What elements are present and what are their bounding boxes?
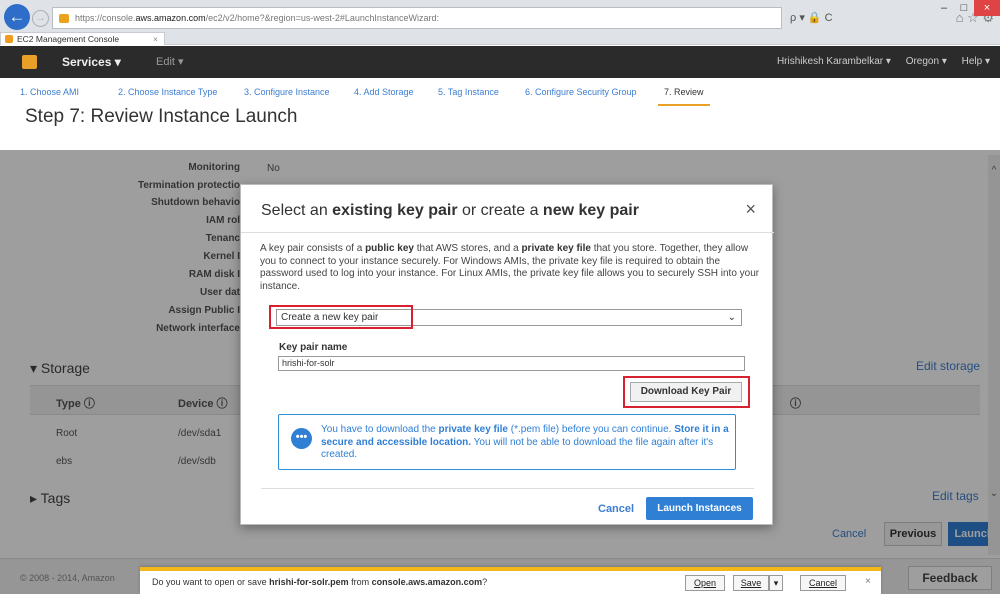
dialog-description: A key pair consists of a public key that… xyxy=(260,243,760,293)
browser-chrome: ← → https://console.aws.amazon.com/ec2/v… xyxy=(0,0,1000,45)
key-pair-name-input[interactable]: hrishi-for-solr xyxy=(278,356,745,371)
prompt-part: ? xyxy=(482,577,488,587)
maximize-icon[interactable]: □ xyxy=(954,0,974,16)
save-button[interactable]: Save xyxy=(733,575,769,591)
region-menu[interactable]: Oregon ▾ xyxy=(906,56,947,67)
step-review[interactable]: 7. Review xyxy=(658,78,710,106)
browser-tab[interactable]: EC2 Management Console × xyxy=(0,32,165,45)
notification-close-icon[interactable]: × xyxy=(865,576,871,587)
select-highlight-box xyxy=(269,305,413,329)
address-bar[interactable]: https://console.aws.amazon.com/ec2/v2/ho… xyxy=(52,7,782,29)
chevron-down-icon: ⌄ xyxy=(727,312,736,323)
download-notification-bar: Do you want to open or save hrishi-for-s… xyxy=(140,567,881,594)
nav-right-menus: Hrishikesh Karambelkar ▾ Oregon ▾ Help ▾ xyxy=(765,46,990,78)
chat-bubble-icon: ••• xyxy=(291,428,312,449)
step-configure-instance[interactable]: 3. Configure Instance xyxy=(244,78,330,106)
edit-menu[interactable]: Edit ▾ xyxy=(156,46,184,78)
desc-bold: public key xyxy=(365,243,414,254)
dialog-close-icon[interactable]: × xyxy=(745,199,756,220)
launch-instances-button[interactable]: Launch Instances xyxy=(646,497,753,520)
prompt-part: from xyxy=(348,577,372,587)
key-pair-name-label: Key pair name xyxy=(279,342,348,353)
back-arrow-icon[interactable]: ← xyxy=(4,4,30,30)
dialog-cancel-link[interactable]: Cancel xyxy=(598,503,634,515)
services-menu[interactable]: Services ▾ xyxy=(62,46,121,78)
prompt-part: Do you want to open or save xyxy=(152,577,270,587)
user-menu[interactable]: Hrishikesh Karambelkar ▾ xyxy=(777,56,891,67)
screen: ← → https://console.aws.amazon.com/ec2/v… xyxy=(0,0,1000,594)
step-choose-ami[interactable]: 1. Choose AMI xyxy=(20,78,79,106)
aws-cube-icon[interactable] xyxy=(22,55,37,69)
aws-favicon-icon xyxy=(5,35,13,43)
minimize-icon[interactable]: – xyxy=(934,0,954,16)
desc-part: that AWS stores, and a xyxy=(413,243,522,254)
lock-icon xyxy=(59,14,69,23)
step-add-storage[interactable]: 4. Add Storage xyxy=(354,78,414,106)
help-menu[interactable]: Help ▾ xyxy=(962,56,990,67)
tab-close-icon[interactable]: × xyxy=(153,33,158,45)
download-highlight-box xyxy=(623,376,750,408)
page-title: Step 7: Review Instance Launch xyxy=(25,106,298,127)
url-domain: aws.amazon.com xyxy=(135,13,206,23)
url-prefix: https://console. xyxy=(75,13,136,23)
window-controls: – □ × xyxy=(934,0,1000,16)
step-choose-instance-type[interactable]: 2. Choose Instance Type xyxy=(118,78,217,106)
title-part-bold: existing key pair xyxy=(332,202,458,219)
info-text: You have to download the private key fil… xyxy=(321,424,729,462)
window-close-icon[interactable]: × xyxy=(974,0,1000,16)
title-part: Select an xyxy=(261,202,333,219)
desc-part: A key pair consists of a xyxy=(260,243,366,254)
info-part: You have to download the xyxy=(321,424,439,435)
url-rest: /ec2/v2/home?&region=us-west-2#LaunchIns… xyxy=(205,13,439,23)
address-tools[interactable]: ρ ▾ 🔒 C xyxy=(790,8,850,28)
open-button[interactable]: Open xyxy=(685,575,725,591)
dialog-title: Select an existing key pair or create a … xyxy=(261,202,639,220)
step-configure-security-group[interactable]: 6. Configure Security Group xyxy=(525,78,637,106)
save-options-arrow-icon[interactable]: ▾ xyxy=(769,575,783,591)
wizard-steps: 1. Choose AMI 2. Choose Instance Type 3.… xyxy=(0,78,1000,106)
title-part: or create a xyxy=(457,202,543,219)
aws-top-nav: Services ▾ Edit ▾ Hrishikesh Karambelkar… xyxy=(0,46,1000,78)
download-prompt: Do you want to open or save hrishi-for-s… xyxy=(152,577,487,587)
divider xyxy=(241,232,774,233)
title-part-bold: new key pair xyxy=(542,202,639,219)
download-filename: hrishi-for-solr.pem xyxy=(269,577,349,587)
desc-bold: private key file xyxy=(521,243,591,254)
step-tag-instance[interactable]: 5. Tag Instance xyxy=(438,78,499,106)
divider xyxy=(261,488,754,489)
download-cancel-button[interactable]: Cancel xyxy=(800,575,846,591)
download-source: console.aws.amazon.com xyxy=(371,577,483,587)
key-pair-dialog: Select an existing key pair or create a … xyxy=(240,184,774,525)
info-bold: private key file xyxy=(438,424,508,435)
info-part: (*.pem file) before you can continue. xyxy=(508,424,675,435)
tab-title: EC2 Management Console xyxy=(17,34,120,44)
info-box: ••• You have to download the private key… xyxy=(278,414,736,470)
forward-arrow-icon[interactable]: → xyxy=(32,10,49,27)
